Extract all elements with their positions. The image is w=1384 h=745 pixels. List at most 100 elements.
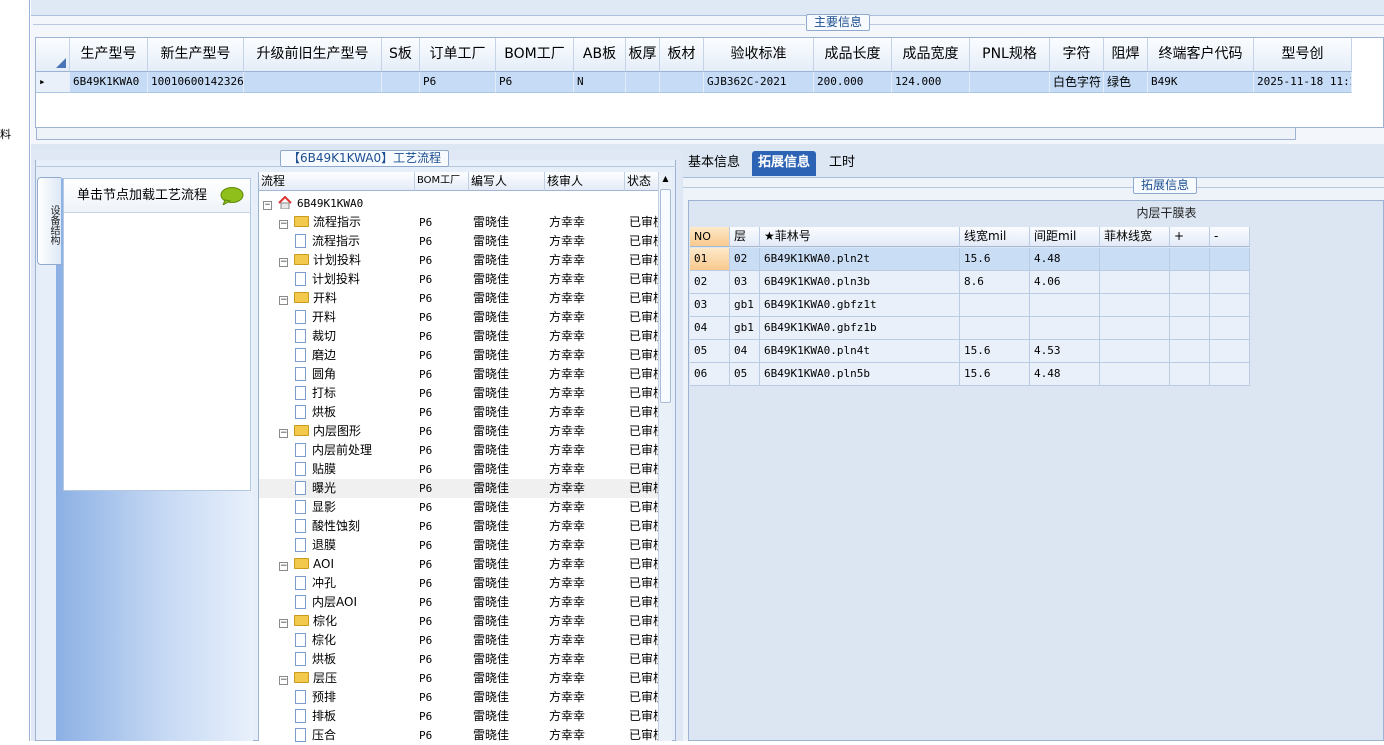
tab-extended-info[interactable]: 拓展信息	[752, 151, 817, 176]
dry-film-row[interactable]: 05 04 6B49K1KWA0.pln4t 15.6 4.53	[690, 340, 1250, 363]
dry-film-cell[interactable]	[1100, 271, 1170, 294]
grid-cell[interactable]	[244, 72, 382, 93]
dry-film-row[interactable]: 06 05 6B49K1KWA0.pln5b 15.6 4.48	[690, 363, 1250, 386]
column-header[interactable]: 新生产型号	[148, 38, 244, 72]
dry-film-cell[interactable]: 01	[690, 248, 730, 271]
column-header[interactable]: 终端客户代码	[1148, 38, 1254, 72]
tree-row[interactable]: − 流程指示 P6 雷晓佳 方幸幸 已审核	[259, 213, 659, 232]
dry-film-cell[interactable]	[1100, 340, 1170, 363]
tree-row[interactable]: 酸性蚀刻 P6 雷晓佳 方幸幸 已审核	[259, 517, 659, 536]
dry-film-cell[interactable]: 03	[730, 271, 760, 294]
dry-film-header[interactable]: -	[1210, 227, 1250, 247]
dry-film-cell[interactable]: 6B49K1KWA0.gbfz1t	[760, 294, 960, 317]
column-header[interactable]: 字符	[1050, 38, 1104, 72]
column-header[interactable]: BOM工厂	[496, 38, 574, 72]
grid-cell[interactable]: P6	[496, 72, 574, 93]
tree-row[interactable]: 内层AOI P6 雷晓佳 方幸幸 已审核	[259, 593, 659, 612]
dry-film-cell[interactable]: 05	[690, 340, 730, 363]
dry-film-cell[interactable]	[960, 294, 1030, 317]
collapse-icon[interactable]: −	[279, 296, 288, 305]
tree-row[interactable]: 棕化 P6 雷晓佳 方幸幸 已审核	[259, 631, 659, 650]
row-indicator-icon[interactable]: ▸	[36, 72, 70, 93]
tree-row[interactable]: − AOI P6 雷晓佳 方幸幸 已审核	[259, 555, 659, 574]
dry-film-header[interactable]: 菲林线宽	[1100, 227, 1170, 247]
grid-cell[interactable]	[626, 72, 660, 93]
tree-row[interactable]: 裁切 P6 雷晓佳 方幸幸 已审核	[259, 327, 659, 346]
dry-film-cell[interactable]	[1210, 317, 1250, 340]
grid-cell[interactable]: N	[574, 72, 626, 93]
dry-film-cell[interactable]	[1170, 340, 1210, 363]
tree-column-header[interactable]: 状态	[625, 172, 659, 191]
grid-cell[interactable]: 白色字符	[1050, 72, 1104, 93]
horizontal-scrollbar[interactable]	[36, 127, 1296, 140]
collapse-icon[interactable]: −	[279, 258, 288, 267]
dry-film-cell[interactable]	[1100, 363, 1170, 386]
tree-row[interactable]: 磨边 P6 雷晓佳 方幸幸 已审核	[259, 346, 659, 365]
collapse-icon[interactable]: −	[279, 619, 288, 628]
grid-cell[interactable]: 200.000	[814, 72, 892, 93]
dry-film-cell[interactable]: 15.6	[960, 340, 1030, 363]
main-info-grid[interactable]: ▸ 生产型号 6B49K1KWA0 新生产型号 10010600142326 升级前旧生产…	[35, 37, 1384, 128]
tree-row[interactable]: 预排 P6 雷晓佳 方幸幸 已审核	[259, 688, 659, 707]
dry-film-cell[interactable]: 02	[690, 271, 730, 294]
tree-row[interactable]: 流程指示 P6 雷晓佳 方幸幸 已审核	[259, 232, 659, 251]
column-header[interactable]: 订单工厂	[420, 38, 496, 72]
tree-column-header[interactable]: 核审人	[545, 172, 625, 191]
column-header[interactable]: 板材	[660, 38, 704, 72]
tree-row[interactable]: 贴膜 P6 雷晓佳 方幸幸 已审核	[259, 460, 659, 479]
dry-film-header[interactable]: 线宽mil	[960, 227, 1030, 247]
dry-film-cell[interactable]: 15.6	[960, 248, 1030, 271]
dry-film-header[interactable]: 层	[730, 227, 760, 247]
column-header[interactable]: AB板	[574, 38, 626, 72]
tree-column-header[interactable]: 编写人	[469, 172, 545, 191]
dry-film-cell[interactable]: 6B49K1KWA0.pln2t	[760, 248, 960, 271]
dry-film-cell[interactable]: 03	[690, 294, 730, 317]
tree-row[interactable]: 打标 P6 雷晓佳 方幸幸 已审核	[259, 384, 659, 403]
column-header[interactable]: 生产型号	[70, 38, 148, 72]
dry-film-cell[interactable]	[1210, 363, 1250, 386]
grid-cell[interactable]: GJB362C-2021	[704, 72, 814, 93]
dry-film-cell[interactable]	[1210, 248, 1250, 271]
dry-film-cell[interactable]	[960, 317, 1030, 340]
tree-row[interactable]: 曝光 P6 雷晓佳 方幸幸 已审核	[259, 479, 659, 498]
dry-film-cell[interactable]	[1210, 340, 1250, 363]
tree-row[interactable]: 开料 P6 雷晓佳 方幸幸 已审核	[259, 308, 659, 327]
column-header[interactable]: 成品长度	[814, 38, 892, 72]
dry-film-cell[interactable]: gb1	[730, 317, 760, 340]
dry-film-cell[interactable]	[1100, 317, 1170, 340]
dry-film-row[interactable]: 01 02 6B49K1KWA0.pln2t 15.6 4.48	[690, 248, 1250, 271]
column-header[interactable]: PNL规格	[970, 38, 1050, 72]
dry-film-cell[interactable]: 4.53	[1030, 340, 1100, 363]
dry-film-cell[interactable]: 4.48	[1030, 248, 1100, 271]
dry-film-cell[interactable]	[1100, 248, 1170, 271]
tree-row[interactable]: − 内层图形 P6 雷晓佳 方幸幸 已审核	[259, 422, 659, 441]
tree-row[interactable]: 压合 P6 雷晓佳 方幸幸 已审核	[259, 726, 659, 745]
dry-film-cell[interactable]: 02	[730, 248, 760, 271]
tree-row[interactable]: 烘板 P6 雷晓佳 方幸幸 已审核	[259, 403, 659, 422]
collapse-icon[interactable]: −	[279, 429, 288, 438]
grid-cell[interactable]: 2025-11-18 11:27	[1254, 72, 1352, 93]
dry-film-cell[interactable]: 06	[690, 363, 730, 386]
dry-film-cell[interactable]: 05	[730, 363, 760, 386]
dry-film-cell[interactable]: 6B49K1KWA0.gbfz1b	[760, 317, 960, 340]
collapse-icon[interactable]: −	[279, 220, 288, 229]
tree-column-header[interactable]: 流程	[259, 172, 415, 191]
dry-film-cell[interactable]	[1170, 248, 1210, 271]
grid-cell[interactable]: P6	[420, 72, 496, 93]
grid-cell[interactable]: 绿色	[1104, 72, 1148, 93]
dry-film-cell[interactable]: 4.48	[1030, 363, 1100, 386]
tree-row[interactable]: 圆角 P6 雷晓佳 方幸幸 已审核	[259, 365, 659, 384]
tree-row[interactable]: 退膜 P6 雷晓佳 方幸幸 已审核	[259, 536, 659, 555]
process-tree-grid[interactable]: 流程 BOM工厂 编写人 核审人 状态 −6B49K1KWA0− 流程指示 P6 雷晓佳 方幸幸…	[258, 172, 659, 742]
dry-film-cell[interactable]: 15.6	[960, 363, 1030, 386]
tree-row[interactable]: − 6B49K1KWA0	[259, 194, 659, 213]
grid-cell[interactable]	[660, 72, 704, 93]
grid-cell[interactable]	[970, 72, 1050, 93]
tree-row[interactable]: 内层前处理 P6 雷晓佳 方幸幸 已审核	[259, 441, 659, 460]
tree-row[interactable]: 烘板 P6 雷晓佳 方幸幸 已审核	[259, 650, 659, 669]
dry-film-cell[interactable]	[1030, 294, 1100, 317]
column-header[interactable]: 升级前旧生产型号	[244, 38, 382, 72]
dry-film-cell[interactable]: 4.06	[1030, 271, 1100, 294]
dry-film-cell[interactable]	[1170, 363, 1210, 386]
dry-film-cell[interactable]	[1030, 317, 1100, 340]
